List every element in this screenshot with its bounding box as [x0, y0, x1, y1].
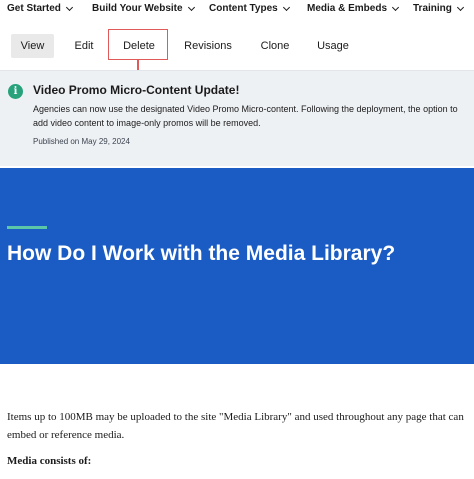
local-tasks-tabs: View Edit Delete Revisions Clone Usage: [0, 26, 474, 68]
nav-label: Training: [413, 3, 452, 14]
nav-content-types[interactable]: Content Types: [209, 3, 290, 14]
chevron-down-icon: [456, 3, 464, 11]
chevron-down-icon: [391, 3, 400, 11]
page-hero: How Do I Work with the Media Library?: [0, 168, 474, 364]
top-nav: Get Started Build Your Website Content T…: [0, 0, 474, 20]
nav-label: Build Your Website: [92, 3, 183, 14]
nav-media-embeds[interactable]: Media & Embeds: [307, 3, 400, 14]
intro-paragraph: Items up to 100MB may be uploaded to the…: [7, 411, 464, 441]
info-icon: i: [8, 84, 23, 99]
tab-edit[interactable]: Edit: [66, 34, 102, 58]
chevron-down-icon: [65, 3, 73, 11]
info-alert: i Video Promo Micro-Content Update! Agen…: [0, 70, 474, 166]
tab-view[interactable]: View: [11, 34, 54, 58]
page-title: How Do I Work with the Media Library?: [7, 242, 396, 265]
chevron-down-icon: [282, 3, 290, 11]
hero-accent-bar: [7, 226, 47, 229]
nav-build-your-website[interactable]: Build Your Website: [92, 3, 195, 14]
nav-label: Get Started: [7, 3, 61, 14]
tab-usage[interactable]: Usage: [310, 34, 356, 58]
chevron-down-icon: [187, 3, 195, 11]
nav-get-started[interactable]: Get Started: [7, 3, 73, 14]
alert-body: Agencies can now use the designated Vide…: [33, 104, 458, 128]
tab-clone[interactable]: Clone: [252, 34, 298, 58]
media-consists-heading: Media consists of:: [7, 455, 92, 467]
alert-date: Published on May 29, 2024: [33, 137, 130, 146]
nav-label: Media & Embeds: [307, 3, 388, 14]
nav-training[interactable]: Training: [413, 3, 464, 14]
delete-highlight-box: [108, 29, 168, 60]
nav-label: Content Types: [209, 3, 278, 14]
tab-revisions[interactable]: Revisions: [178, 34, 238, 58]
alert-title: Video Promo Micro-Content Update!: [33, 83, 240, 97]
page-content: Items up to 100MB may be uploaded to the…: [7, 408, 467, 454]
